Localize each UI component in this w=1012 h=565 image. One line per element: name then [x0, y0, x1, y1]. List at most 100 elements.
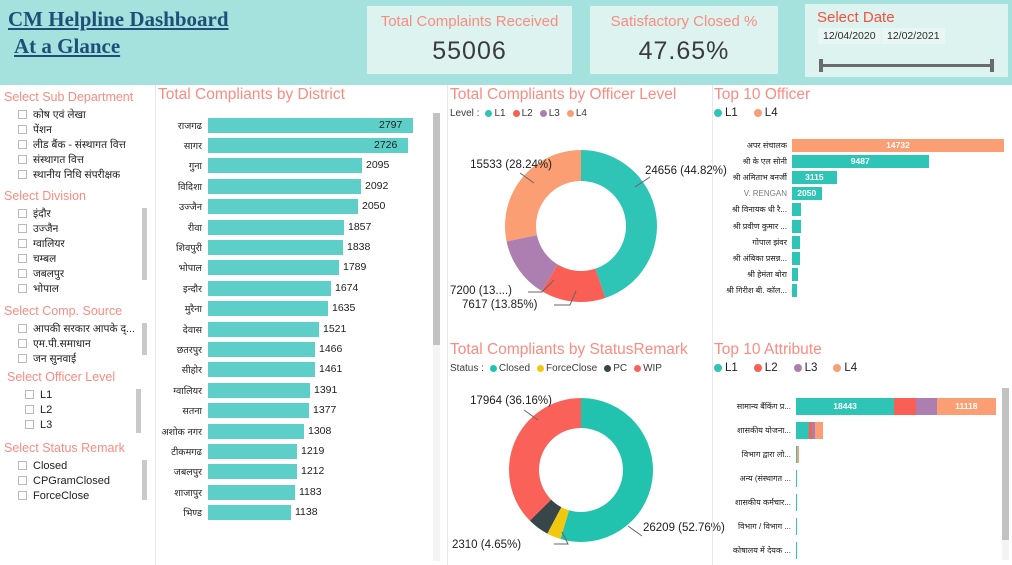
checkbox-row[interactable]: स्थानीय निधि संपरीक्षक [4, 167, 155, 182]
checkbox-icon[interactable] [18, 170, 27, 179]
district-bar-row[interactable]: भिण्ड 1138 [158, 502, 446, 522]
attribute-rows-segment[interactable] [894, 397, 917, 415]
legend-item-pc[interactable]: PC [604, 363, 627, 374]
officer-rows-segment[interactable] [792, 203, 801, 217]
attribute-rows-row[interactable]: विभाग / विभाग ... [714, 514, 1012, 538]
checkbox-icon[interactable] [18, 209, 27, 218]
district-bar-fill[interactable] [208, 219, 344, 235]
legend-item-l4[interactable]: L4 [753, 107, 787, 119]
officer-rows-row[interactable]: श्री विनायक धी रै... [714, 202, 1012, 218]
checkbox-icon[interactable] [18, 125, 27, 134]
legend-item-l3[interactable]: L3 [539, 108, 560, 119]
attribute-rows-row[interactable]: अन्य (संस्थागत ... [714, 466, 1012, 490]
officer-rows-row[interactable]: गोपाल झंवर [714, 234, 1012, 250]
status-remark-scrollbar[interactable] [142, 460, 147, 500]
district-bar-row[interactable]: ग्वालियर 1391 [158, 380, 446, 400]
legend-item-l1[interactable]: L1 [714, 107, 747, 119]
checkbox-icon[interactable] [18, 224, 27, 233]
checkbox-icon[interactable] [25, 420, 34, 429]
officer-rows-segment[interactable] [792, 251, 800, 265]
officer-rows-segment[interactable] [792, 268, 799, 282]
legend-item-l2[interactable]: L2 [753, 362, 787, 374]
district-bar-row[interactable]: विदिशा 2092 [158, 176, 446, 196]
attribute-rows-segment[interactable] [796, 421, 810, 439]
district-bar-fill[interactable] [208, 505, 291, 521]
checkbox-row[interactable]: आपकी सरकार आपके द्... [4, 321, 155, 336]
legend-item-l2[interactable]: L2 [512, 108, 533, 119]
checkbox-row[interactable]: पेंशन [4, 122, 155, 137]
district-bar-row[interactable]: भोपाल 1789 [158, 258, 446, 278]
attribute-scrollbar[interactable] [1002, 388, 1009, 540]
district-bar-fill[interactable] [208, 321, 319, 337]
checkbox-icon[interactable] [18, 239, 27, 248]
donut-slices[interactable] [505, 150, 657, 302]
district-bar-fill[interactable] [208, 403, 309, 419]
legend-item-l4[interactable]: L4 [833, 362, 866, 374]
district-bar-fill[interactable] [208, 382, 310, 398]
district-bar-fill[interactable] [208, 484, 295, 500]
division-scrollbar[interactable] [142, 208, 147, 280]
checkbox-icon[interactable] [18, 491, 27, 500]
officer-rows-row[interactable]: श्री प्रवीण कुमार ... [714, 218, 1012, 234]
attribute-rows-segment[interactable] [796, 469, 797, 487]
checkbox-row[interactable]: एम.पी.समाधान [4, 336, 155, 351]
checkbox-row[interactable]: L1 [4, 387, 155, 402]
checkbox-row[interactable]: L2 [4, 402, 155, 417]
checkbox-icon[interactable] [18, 269, 27, 278]
officer-rows-row[interactable]: अपर संचालक 14732 [714, 137, 1012, 153]
checkbox-row[interactable]: संस्थागत वित्त [4, 152, 155, 167]
district-bar-row[interactable]: सागर 2726 [158, 135, 446, 155]
checkbox-row[interactable]: भोपाल [4, 281, 155, 296]
checkbox-row[interactable]: जन सुनवाई [4, 351, 155, 366]
officer-rows-row[interactable]: V. RENGAN 2050 [714, 186, 1012, 202]
district-bar-fill[interactable] [208, 240, 343, 256]
donut-slice[interactable] [509, 398, 581, 521]
district-bar-row[interactable]: इन्दौर 1674 [158, 278, 446, 298]
district-bar-row[interactable]: छतरपुर 1466 [158, 339, 446, 359]
donut-slices[interactable] [509, 398, 654, 542]
legend-item-closed[interactable]: Closed [489, 363, 530, 374]
officer-rows-segment[interactable] [792, 235, 800, 249]
attribute-rows-segment[interactable] [796, 517, 797, 535]
checkbox-row[interactable]: उज्जैन [4, 221, 155, 236]
officer-level-scrollbar[interactable] [136, 389, 141, 433]
district-bar-row[interactable]: शाजापुर 1183 [158, 482, 446, 502]
district-bar-row[interactable]: टीकमगढ 1219 [158, 441, 446, 461]
district-bar-row[interactable]: सीहोर 1461 [158, 360, 446, 380]
district-bar-fill[interactable] [208, 199, 358, 215]
attribute-rows-segment[interactable] [916, 397, 937, 415]
checkbox-icon[interactable] [18, 254, 27, 263]
officer-level-donut[interactable]: 24656 (44.82%) 15533 (28.24%) 7200 (13..… [450, 119, 727, 319]
legend-item-l4[interactable]: L4 [566, 108, 587, 119]
slider-handle-right[interactable] [990, 59, 994, 72]
district-bar-row[interactable]: उज्जैन 2050 [158, 197, 446, 217]
district-bar-row[interactable]: मुरैना 1635 [158, 299, 446, 319]
comp-source-scrollbar[interactable] [142, 323, 147, 355]
checkbox-icon[interactable] [18, 140, 27, 149]
checkbox-icon[interactable] [25, 405, 34, 414]
district-bar-row[interactable]: जबलपुर 1212 [158, 462, 446, 482]
district-bar-row[interactable]: गुना 2095 [158, 156, 446, 176]
checkbox-row[interactable]: L3 [4, 417, 155, 432]
checkbox-row[interactable]: Closed [4, 458, 155, 473]
district-bar-fill[interactable] [208, 423, 304, 439]
checkbox-icon[interactable] [18, 354, 27, 363]
district-bar-row[interactable]: रीवा 1857 [158, 217, 446, 237]
checkbox-row[interactable]: इंदौर [4, 206, 155, 221]
checkbox-icon[interactable] [18, 284, 27, 293]
checkbox-row[interactable]: ग्वालियर [4, 236, 155, 251]
legend-item-wip[interactable]: WIP [634, 363, 662, 374]
district-bar-fill[interactable] [208, 178, 361, 194]
district-bar-fill[interactable] [208, 362, 315, 378]
officer-rows-row[interactable]: श्री हेमंता बोरा [714, 267, 1012, 283]
checkbox-row[interactable]: कोष एवं लेखा [4, 107, 155, 122]
attribute-rows-row[interactable]: विभाग द्वारा लो... [714, 442, 1012, 466]
officer-rows-row[interactable]: श्री अमिताभ बनर्जी 3115 [714, 169, 1012, 185]
attribute-rows-segment[interactable] [796, 541, 797, 559]
legend-item-l3[interactable]: L3 [793, 362, 827, 374]
checkbox-icon[interactable] [18, 110, 27, 119]
legend-item-l1[interactable]: L1 [485, 108, 506, 119]
attribute-rows-row[interactable]: शासकीय कर्मचार... [714, 490, 1012, 514]
district-bar-row[interactable]: सतना 1377 [158, 400, 446, 420]
district-bar-fill[interactable] [208, 464, 297, 480]
